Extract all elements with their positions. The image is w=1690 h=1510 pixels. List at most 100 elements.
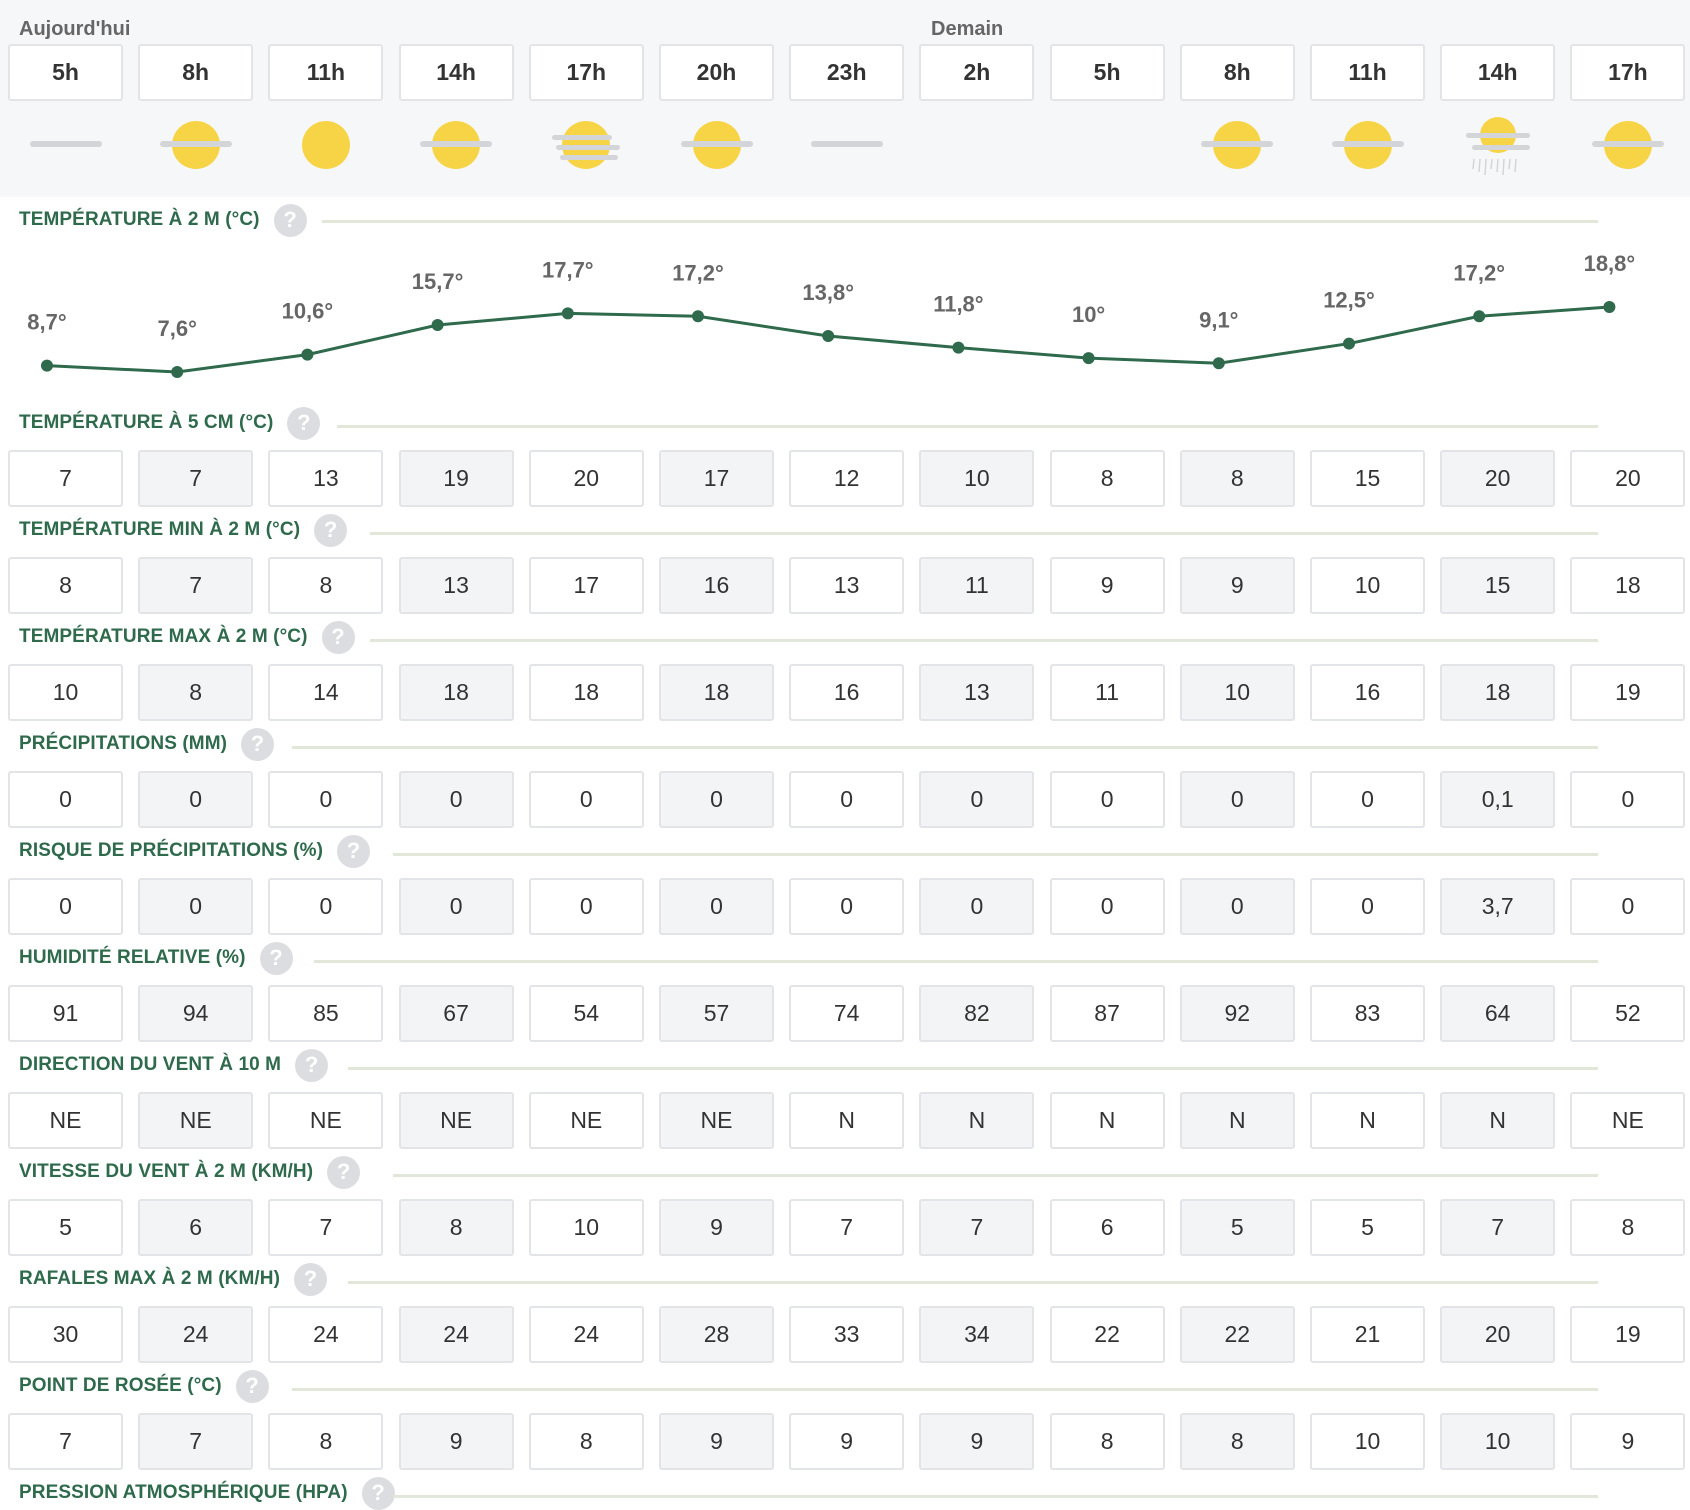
value-cell: 0 [1049,771,1165,828]
temperature-label: 8,7° [27,310,66,335]
section-title: RISQUE DE PRÉCIPITATIONS (%)? [19,834,371,868]
value-cell: 0 [1310,771,1425,828]
value-cell: 18 [528,664,644,721]
section-title: TEMPÉRATURE À 5 CM (°C)? [19,406,321,440]
value-cell: 18 [659,664,774,721]
value-cell: 5 [1179,1199,1295,1256]
value-cell: N [1049,1092,1165,1149]
value-cell: 94 [138,985,254,1042]
temperature-label: 15,7° [412,269,464,294]
value-cell: 0 [8,771,123,828]
sun-cloud-icon [399,110,514,180]
value-cell: N [1310,1092,1425,1149]
help-icon[interactable]: ? [294,1262,328,1296]
value-cell: 57 [659,985,774,1042]
value-cell: 7 [138,557,254,614]
value-cell: 92 [1179,985,1295,1042]
value-cell: 0 [1049,878,1165,935]
help-icon[interactable]: ? [321,620,355,654]
value-cell: 30 [8,1306,123,1363]
hour-tab[interactable]: 23h [789,44,905,101]
section-divider [291,746,1598,749]
help-icon[interactable]: ? [287,406,321,440]
value-cell: 13 [268,450,384,507]
hour-tab[interactable]: 11h [268,44,384,101]
help-icon[interactable]: ? [314,513,348,547]
temperature-point [1082,352,1095,365]
value-cell: 9 [398,1413,514,1470]
section-title: HUMIDITÉ RELATIVE (%)? [19,941,293,975]
value-cell: 67 [398,985,514,1042]
value-cell: 22 [1049,1306,1165,1363]
hour-tab[interactable]: 8h [1179,44,1295,101]
help-icon[interactable]: ? [361,1476,395,1510]
section-divider [370,532,1598,535]
value-cell: 17 [659,450,774,507]
hour-tab[interactable]: 14h [1440,44,1556,101]
value-cell: 10 [1310,557,1425,614]
value-cell: 8 [528,1413,644,1470]
value-cell: 16 [659,557,774,614]
value-cell: 0 [1570,771,1686,828]
section-title: PRESSION ATMOSPHÉRIQUE (HPA)? [19,1476,395,1510]
moon-icon [919,110,1034,180]
value-cell: 0 [789,771,905,828]
hour-tab[interactable]: 17h [528,44,644,101]
value-cell: 8 [1049,450,1165,507]
value-cell: 13 [789,557,905,614]
hour-tab[interactable]: 2h [919,44,1035,101]
value-cell: 33 [789,1306,905,1363]
help-icon[interactable]: ? [235,1369,269,1403]
hour-tab[interactable]: 17h [1570,44,1686,101]
section-title: RAFALES MAX À 2 M (KM/H)? [19,1262,328,1296]
value-cell: 0 [528,878,644,935]
help-icon[interactable]: ? [259,941,293,975]
section-divider [336,425,1598,428]
value-cell: 20 [1570,450,1686,507]
temperature-point [171,366,184,378]
hour-tab[interactable]: 14h [398,44,514,101]
temperature-point [1343,337,1355,350]
temperature-label: 17,7° [542,257,594,282]
value-cell: 11 [1049,664,1165,721]
value-cell: 0 [789,878,905,935]
value-cell: 9 [1179,557,1295,614]
section-divider [322,220,1598,223]
value-cell: 34 [919,1306,1035,1363]
value-cell: 91 [8,985,123,1042]
hour-tab[interactable]: 5h [8,44,123,101]
value-cell: 24 [528,1306,644,1363]
help-icon[interactable]: ? [273,203,307,237]
temperature-point [1212,357,1225,370]
value-cell: 15 [1440,557,1556,614]
value-cell: 8 [398,1199,514,1256]
value-cell: 19 [398,450,514,507]
section-title-temp-2m: TEMPÉRATURE À 2 M (°C) ? [19,203,307,237]
help-icon[interactable]: ? [327,1155,361,1189]
value-cell: 5 [8,1199,123,1256]
temperature-label: 7,6° [158,316,197,341]
value-cell: N [1440,1092,1556,1149]
hour-tab[interactable]: 5h [1049,44,1165,101]
help-icon[interactable]: ? [337,834,371,868]
value-cell: 0 [398,878,514,935]
value-cell: N [1179,1092,1295,1149]
help-icon[interactable]: ? [295,1048,329,1082]
value-cell: 3,7 [1440,878,1556,935]
value-cell: 17 [528,557,644,614]
hour-tab[interactable]: 8h [138,44,254,101]
value-cell: 7 [8,450,123,507]
value-cell: 7 [789,1199,905,1256]
help-icon[interactable]: ? [241,727,275,761]
section-title: POINT DE ROSÉE (°C)? [19,1369,269,1403]
hour-tab[interactable]: 11h [1310,44,1425,101]
value-cell: 0 [919,878,1035,935]
value-cell: 15 [1310,450,1425,507]
value-cell: 7 [8,1413,123,1470]
temperature-label: 18,8° [1584,251,1636,276]
value-cell: 6 [138,1199,254,1256]
value-cell: 54 [528,985,644,1042]
sun-fog-icon [529,110,644,180]
hour-tab[interactable]: 20h [659,44,774,101]
value-cell: 28 [659,1306,774,1363]
